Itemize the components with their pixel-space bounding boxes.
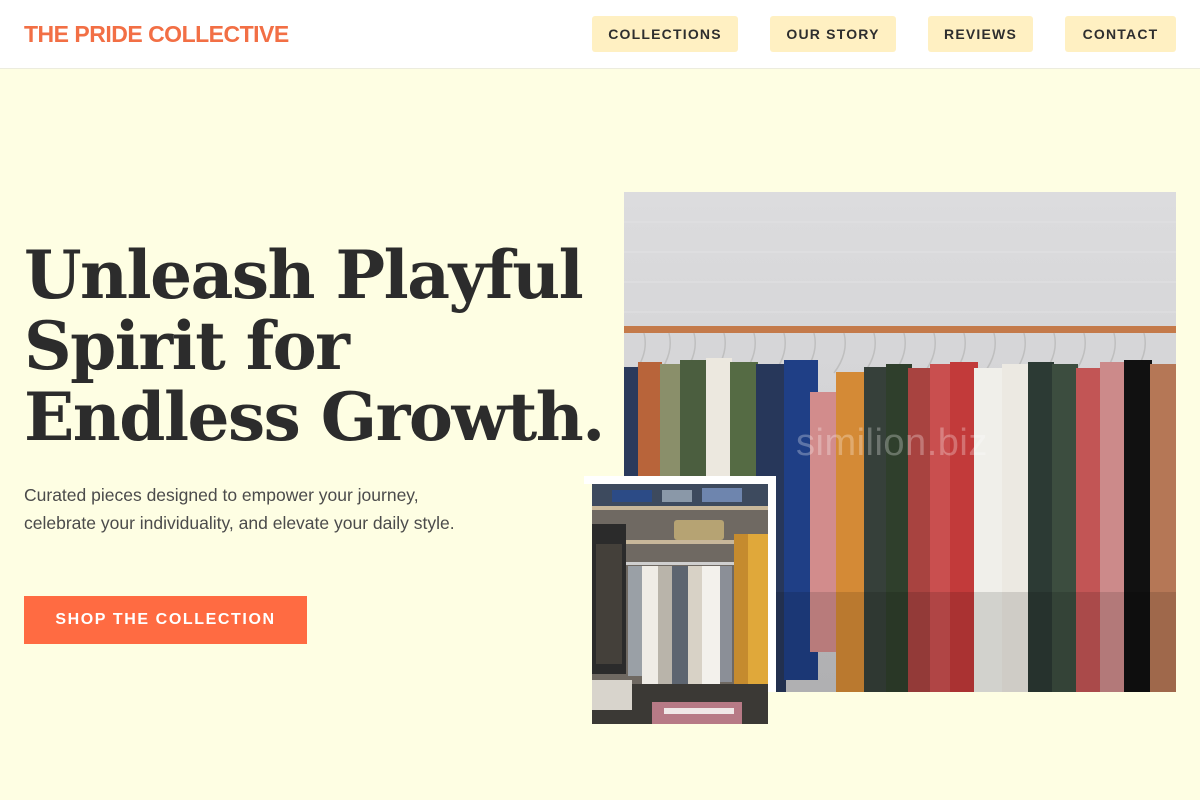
boutique-shelf-image — [592, 484, 768, 724]
headline-line-1: Unleash Playful — [24, 236, 584, 314]
site-header: THE PRIDE COLLECTIVE COLLECTIONS OUR STO… — [0, 0, 1200, 69]
nav-contact-button[interactable]: CONTACT — [1065, 16, 1176, 52]
hero-subtext: Curated pieces designed to empower your … — [24, 485, 455, 533]
headline-line-2: Spirit for — [24, 307, 350, 385]
headline-line-3: Endless Growth. — [24, 378, 605, 456]
boutique-shelf-illustration — [592, 484, 768, 724]
shop-collection-button[interactable]: SHOP THE COLLECTION — [24, 596, 307, 644]
image-watermark: similion.biz — [796, 422, 988, 464]
small-image-border-right — [768, 476, 776, 692]
small-image-border-top — [584, 476, 776, 484]
nav-our-story-button[interactable]: OUR STORY — [770, 16, 896, 52]
nav-reviews-button[interactable]: REVIEWS — [928, 16, 1033, 52]
main-nav: COLLECTIONS OUR STORY REVIEWS CONTACT — [0, 16, 1200, 52]
nav-collections-button[interactable]: COLLECTIONS — [592, 16, 738, 52]
hero-headline: Unleash Playful Spirit for Endless Growt… — [24, 240, 605, 456]
